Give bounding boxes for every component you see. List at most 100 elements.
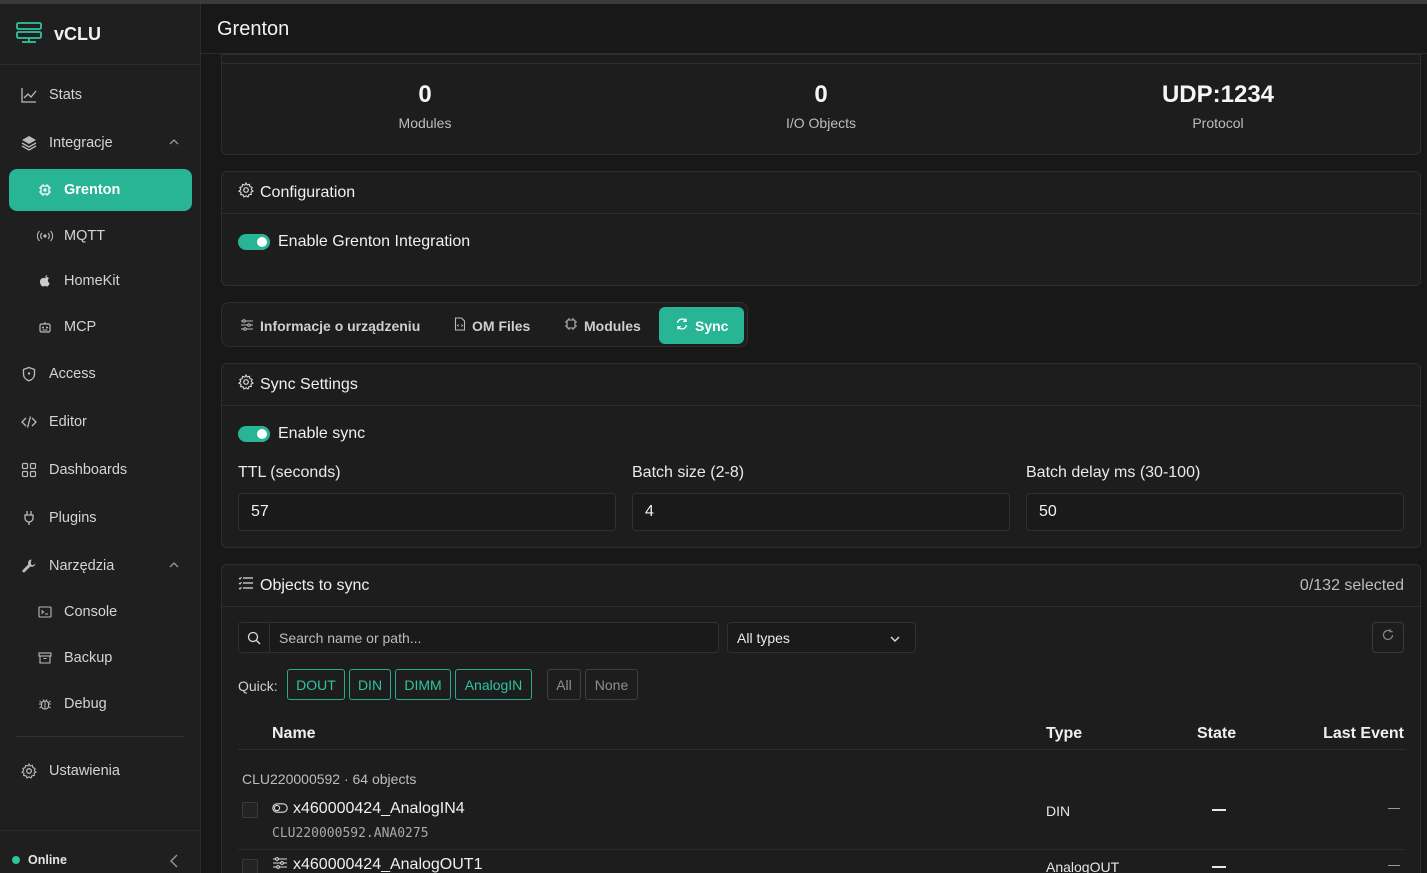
sidebar-item-label: MQTT — [64, 228, 106, 244]
search-input[interactable] — [270, 629, 710, 646]
objects-card: Objects to sync 0/132 selected All types… — [221, 564, 1421, 873]
tab-bar: Informacje o urządzeniu OM Files Modules… — [221, 302, 748, 347]
refresh-button[interactable] — [1372, 622, 1404, 653]
card-title: Sync Settings — [260, 375, 358, 393]
tab-om-files[interactable]: OM Files — [438, 307, 546, 344]
sliders-icon — [240, 318, 254, 334]
sidebar-item-label: HomeKit — [64, 273, 120, 289]
ttl-label: TTL (seconds) — [238, 464, 341, 481]
select-none-button[interactable]: None — [585, 669, 638, 700]
divider — [16, 736, 184, 737]
apple-icon — [37, 273, 53, 289]
quick-dimm-button[interactable]: DIMM — [395, 669, 451, 700]
grid-icon — [21, 462, 37, 478]
refresh-icon — [1381, 628, 1395, 647]
status-dot-icon — [12, 856, 20, 864]
column-last-event[interactable]: Last Event — [1323, 725, 1404, 743]
tab-modules[interactable]: Modules — [548, 307, 657, 344]
sidebar-item-label: Access — [49, 366, 96, 382]
tab-label: Modules — [584, 317, 641, 334]
terminal-icon — [37, 604, 53, 620]
quick-analogin-button[interactable]: AnalogIN — [455, 669, 532, 700]
sidebar-item-backup[interactable]: Backup — [9, 637, 192, 679]
batch-size-input[interactable]: 4 — [632, 493, 1010, 531]
state-empty — [1212, 866, 1226, 868]
object-type: AnalogOUT — [1046, 859, 1120, 873]
object-name: x460000424_AnalogIN4 — [293, 800, 465, 817]
sidebar-item-label: Ustawienia — [49, 763, 120, 779]
divider — [0, 830, 200, 831]
ttl-input[interactable]: 57 — [238, 493, 616, 531]
quick-dout-button[interactable]: DOUT — [287, 669, 345, 700]
sidebar-item-editor[interactable]: Editor — [9, 401, 192, 443]
logo-icon — [16, 21, 42, 48]
stat-io-objects: 0 I/O Objects — [621, 81, 1021, 131]
column-state[interactable]: State — [1197, 725, 1236, 743]
enable-integration-row: Enable Grenton Integration — [238, 233, 470, 251]
divider — [238, 749, 1406, 750]
sync-settings-card: Sync Settings Enable sync TTL (seconds) … — [221, 363, 1421, 548]
chevron-up-icon — [168, 136, 180, 152]
stat-label: Protocol — [1192, 115, 1244, 131]
brand[interactable]: vCLU — [16, 21, 101, 48]
tab-sync[interactable]: Sync — [659, 307, 745, 344]
sidebar-item-label: Narzędzia — [49, 558, 115, 574]
column-type[interactable]: Type — [1046, 725, 1082, 743]
enable-sync-row: Enable sync — [238, 425, 365, 443]
wrench-icon — [21, 558, 37, 574]
sidebar-item-plugins[interactable]: Plugins — [9, 497, 192, 539]
stats-card: 0 Modules 0 I/O Objects UDP:1234 Protoco… — [221, 54, 1421, 155]
card-header: Configuration — [222, 172, 1420, 214]
sidebar-item-mqtt[interactable]: MQTT — [9, 215, 192, 257]
row-name: x460000424_AnalogIN4 — [272, 800, 465, 818]
sync-icon — [675, 317, 689, 334]
last-event-empty — [1388, 865, 1400, 866]
stat-value: 0 — [418, 81, 432, 108]
stat-label: Modules — [398, 115, 452, 131]
row-checkbox[interactable] — [242, 859, 258, 873]
row-name: x460000424_AnalogOUT1 — [272, 856, 482, 873]
layers-icon — [21, 135, 37, 151]
sidebar-item-narzedzia[interactable]: Narzędzia — [9, 545, 192, 587]
stat-value: 0 — [814, 81, 828, 108]
select-all-button[interactable]: All — [547, 669, 581, 700]
stat-label: I/O Objects — [785, 115, 857, 131]
sidebar-item-console[interactable]: Console — [9, 591, 192, 633]
enable-sync-toggle[interactable] — [238, 426, 270, 442]
state-empty — [1212, 809, 1226, 811]
search-icon — [239, 623, 270, 652]
select-value: All types — [737, 629, 790, 646]
collapse-sidebar-button[interactable] — [168, 854, 180, 873]
sidebar-item-mcp[interactable]: MCP — [9, 306, 192, 348]
sidebar-item-integracje[interactable]: Integracje — [9, 122, 192, 164]
sidebar-item-ustawienia[interactable]: Ustawienia — [9, 750, 192, 792]
type-filter-select[interactable]: All types — [727, 622, 916, 653]
file-icon — [454, 317, 466, 334]
tab-device-info[interactable]: Informacje o urządzeniu — [224, 307, 436, 344]
sidebar-item-debug[interactable]: Debug — [9, 683, 192, 725]
sidebar-item-label: Plugins — [49, 510, 97, 526]
sidebar-item-grenton[interactable]: Grenton — [9, 169, 192, 211]
divider — [238, 849, 1406, 850]
enable-integration-toggle[interactable] — [238, 234, 270, 250]
sidebar-item-label: Console — [64, 604, 118, 620]
sidebar-item-access[interactable]: Access — [9, 353, 192, 395]
quick-label: Quick: — [238, 678, 278, 694]
connection-status: Online — [12, 853, 67, 867]
sidebar-item-label: Grenton — [64, 182, 121, 198]
row-checkbox[interactable] — [242, 802, 258, 818]
sidebar-item-stats[interactable]: Stats — [9, 74, 192, 116]
column-name[interactable]: Name — [272, 725, 316, 743]
quick-din-button[interactable]: DIN — [349, 669, 391, 700]
sidebar-item-dashboards[interactable]: Dashboards — [9, 449, 192, 491]
tab-label: Informacje o urządzeniu — [260, 317, 421, 334]
sidebar-item-homekit[interactable]: HomeKit — [9, 260, 192, 302]
tab-label: Sync — [695, 317, 729, 334]
sidebar-item-label: Stats — [49, 87, 83, 103]
batch-delay-input[interactable]: 50 — [1026, 493, 1404, 531]
shield-icon — [21, 366, 37, 382]
list-icon — [238, 576, 254, 595]
object-path: CLU220000592.ANA0275 — [272, 826, 429, 841]
batch-delay-label: Batch delay ms (30-100) — [1026, 464, 1201, 481]
sliders-icon — [272, 856, 288, 873]
